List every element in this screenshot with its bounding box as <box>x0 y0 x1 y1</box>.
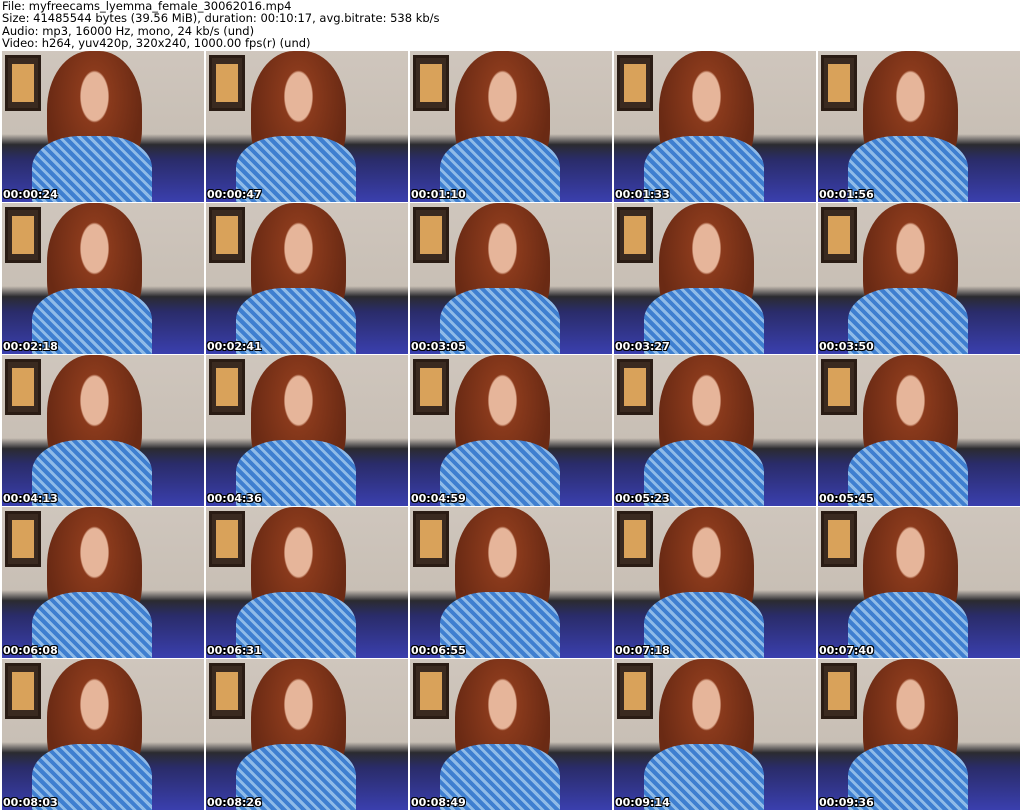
video-thumbnail[interactable]: 00:01:33 <box>614 51 816 202</box>
timestamp: 00:02:41 <box>207 340 262 353</box>
wall-picture <box>821 663 857 719</box>
timestamp: 00:07:18 <box>615 644 670 657</box>
video-thumbnail[interactable]: 00:05:23 <box>614 355 816 506</box>
video-thumbnail[interactable]: 00:05:45 <box>818 355 1020 506</box>
video-thumbnail[interactable]: 00:00:24 <box>2 51 204 202</box>
wall-picture <box>5 207 41 263</box>
timestamp: 00:05:23 <box>615 492 670 505</box>
wall-picture <box>209 55 245 111</box>
video-thumbnail[interactable]: 00:08:49 <box>410 659 612 810</box>
timestamp: 00:06:55 <box>411 644 466 657</box>
wall-picture <box>413 511 449 567</box>
wall-picture <box>617 511 653 567</box>
timestamp: 00:08:26 <box>207 796 262 809</box>
video-thumbnail[interactable]: 00:04:13 <box>2 355 204 506</box>
wall-picture <box>821 359 857 415</box>
wall-picture <box>209 663 245 719</box>
timestamp: 00:08:49 <box>411 796 466 809</box>
wall-picture <box>209 207 245 263</box>
video-thumbnail[interactable]: 00:03:27 <box>614 203 816 354</box>
file-info-header: File: myfreecams_lyemma_female_30062016.… <box>2 0 440 50</box>
timestamp: 00:04:59 <box>411 492 466 505</box>
video-thumbnail[interactable]: 00:01:10 <box>410 51 612 202</box>
video-thumbnail[interactable]: 00:06:08 <box>2 507 204 658</box>
wall-picture <box>413 207 449 263</box>
wall-picture <box>5 663 41 719</box>
timestamp: 00:06:08 <box>3 644 58 657</box>
video-thumbnail[interactable]: 00:07:18 <box>614 507 816 658</box>
wall-picture <box>413 55 449 111</box>
video-thumbnail[interactable]: 00:00:47 <box>206 51 408 202</box>
video-thumbnail[interactable]: 00:08:03 <box>2 659 204 810</box>
timestamp: 00:00:24 <box>3 188 58 201</box>
video-thumbnail[interactable]: 00:03:05 <box>410 203 612 354</box>
thumbnail-grid: 00:00:24 00:00:47 00:01:10 00:01:33 00:01:56… <box>2 51 1020 810</box>
timestamp: 00:02:18 <box>3 340 58 353</box>
wall-picture <box>617 663 653 719</box>
timestamp: 00:06:31 <box>207 644 262 657</box>
wall-picture <box>821 511 857 567</box>
timestamp: 00:03:50 <box>819 340 874 353</box>
wall-picture <box>5 55 41 111</box>
wall-picture <box>5 359 41 415</box>
video-info: Video: h264, yuv420p, 320x240, 1000.00 f… <box>2 36 311 51</box>
file-size: Size: 41485544 bytes (39.56 MiB), durati… <box>2 11 440 26</box>
wall-picture <box>413 359 449 415</box>
wall-picture <box>209 359 245 415</box>
video-thumbnail[interactable]: 00:08:26 <box>206 659 408 810</box>
wall-picture <box>617 55 653 111</box>
timestamp: 00:09:36 <box>819 796 874 809</box>
video-thumbnail[interactable]: 00:09:14 <box>614 659 816 810</box>
timestamp: 00:07:40 <box>819 644 874 657</box>
wall-picture <box>413 663 449 719</box>
wall-picture <box>209 511 245 567</box>
video-thumbnail[interactable]: 00:06:55 <box>410 507 612 658</box>
timestamp: 00:04:13 <box>3 492 58 505</box>
timestamp: 00:08:03 <box>3 796 58 809</box>
video-thumbnail[interactable]: 00:06:31 <box>206 507 408 658</box>
timestamp: 00:04:36 <box>207 492 262 505</box>
timestamp: 00:01:56 <box>819 188 874 201</box>
timestamp: 00:01:10 <box>411 188 466 201</box>
timestamp: 00:03:27 <box>615 340 670 353</box>
timestamp: 00:05:45 <box>819 492 874 505</box>
video-thumbnail[interactable]: 00:02:41 <box>206 203 408 354</box>
wall-picture <box>5 511 41 567</box>
wall-picture <box>821 55 857 111</box>
timestamp: 00:01:33 <box>615 188 670 201</box>
video-thumbnail[interactable]: 00:04:59 <box>410 355 612 506</box>
video-thumbnail[interactable]: 00:09:36 <box>818 659 1020 810</box>
timestamp: 00:00:47 <box>207 188 262 201</box>
video-thumbnail[interactable]: 00:04:36 <box>206 355 408 506</box>
timestamp: 00:09:14 <box>615 796 670 809</box>
wall-picture <box>617 359 653 415</box>
video-thumbnail[interactable]: 00:07:40 <box>818 507 1020 658</box>
video-thumbnail[interactable]: 00:01:56 <box>818 51 1020 202</box>
video-thumbnail[interactable]: 00:03:50 <box>818 203 1020 354</box>
wall-picture <box>821 207 857 263</box>
wall-picture <box>617 207 653 263</box>
video-thumbnail[interactable]: 00:02:18 <box>2 203 204 354</box>
timestamp: 00:03:05 <box>411 340 466 353</box>
